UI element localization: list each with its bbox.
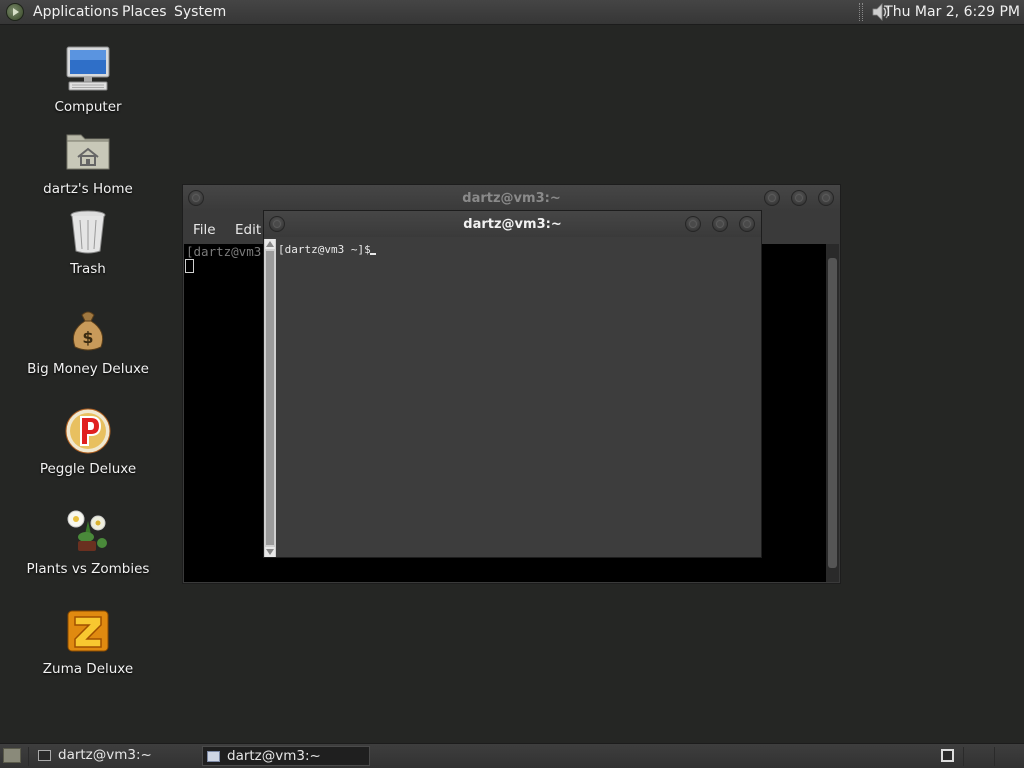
terminal-area[interactable]: [dartz@vm3 ~]$ (276, 239, 761, 557)
window-titlebar[interactable]: dartz@vm3:~ (264, 211, 761, 237)
scrollbar-thumb[interactable] (266, 251, 274, 545)
menu-edit[interactable]: Edit (235, 222, 261, 238)
desktop-icon-label: dartz's Home (43, 181, 133, 197)
minimize-button[interactable] (685, 216, 701, 232)
plants-vs-zombies-icon (67, 510, 107, 551)
money-bag-icon: $ (72, 311, 104, 351)
terminal-prompt: [dartz@vm3 ~]$ (278, 243, 378, 256)
window-title: dartz@vm3:~ (462, 191, 561, 206)
terminal-prompt: [dartz@vm3 (186, 244, 262, 259)
scrollbar-thumb[interactable] (828, 258, 837, 568)
desktop-icon-label: Trash (70, 261, 106, 277)
terminal-cursor (370, 253, 376, 255)
workspace-switcher[interactable] (941, 749, 954, 762)
scrollbar[interactable] (264, 239, 276, 557)
show-desktop-icon[interactable] (3, 748, 21, 763)
terminal-icon (207, 751, 220, 762)
desktop-icon-peggle[interactable]: Peggle Deluxe (18, 407, 158, 477)
taskbar-item[interactable]: dartz@vm3:~ (34, 746, 198, 766)
trash-icon (70, 210, 106, 254)
desktop-icon-label: Peggle Deluxe (39, 461, 137, 477)
system-menu[interactable]: System (174, 4, 226, 20)
desktop-icon-label: Computer (54, 99, 122, 115)
scrollbar[interactable] (826, 244, 839, 582)
terminal-cursor (185, 259, 194, 273)
panel-separator (963, 747, 964, 766)
zuma-icon (67, 610, 109, 652)
window-titlebar[interactable]: dartz@vm3:~ (183, 185, 840, 211)
desktop-icon-label: Zuma Deluxe (42, 661, 134, 677)
desktop-icon-label: Big Money Deluxe (27, 361, 149, 377)
computer-icon (66, 46, 110, 91)
maximize-button[interactable] (712, 216, 728, 232)
scroll-up-arrow-icon[interactable] (265, 239, 275, 249)
close-button[interactable] (818, 190, 834, 206)
applications-menu[interactable]: Applications (33, 4, 119, 20)
desktop-icon-zuma[interactable]: Zuma Deluxe (18, 607, 158, 677)
scroll-down-arrow-icon[interactable] (265, 547, 275, 557)
panel-separator (28, 747, 29, 766)
desktop-icon-trash[interactable]: Trash (18, 207, 158, 277)
desktop-icon-home[interactable]: dartz's Home (18, 127, 158, 197)
panel-separator (994, 747, 995, 766)
places-menu[interactable]: Places (122, 4, 167, 20)
desktop-icon-computer[interactable]: Computer (18, 45, 158, 115)
desktop-icon-big-money[interactable]: $ Big Money Deluxe (18, 307, 158, 377)
minimize-button[interactable] (764, 190, 780, 206)
terminal-icon (38, 750, 51, 761)
close-button[interactable] (739, 216, 755, 232)
taskbar-item-active[interactable]: dartz@vm3:~ (202, 746, 370, 766)
desktop-icon-plants-vs-zombies[interactable]: Plants vs Zombies (18, 507, 158, 577)
main-menu-logo-icon[interactable] (6, 3, 24, 21)
svg-text:$: $ (82, 328, 93, 347)
maximize-button[interactable] (791, 190, 807, 206)
top-panel: Applications Places System Thu Mar 2, 6:… (0, 0, 1024, 25)
terminal-window-front[interactable]: dartz@vm3:~ [dartz@vm3 ~]$ (263, 210, 762, 558)
taskbar-item-label: dartz@vm3:~ (227, 748, 321, 764)
bottom-panel: dartz@vm3:~ dartz@vm3:~ (0, 743, 1024, 768)
clock[interactable]: Thu Mar 2, 6:29 PM (884, 4, 1020, 20)
home-folder-icon (66, 134, 110, 170)
peggle-icon (65, 408, 111, 454)
taskbar-item-label: dartz@vm3:~ (58, 747, 152, 763)
menu-file[interactable]: File (193, 222, 216, 238)
desktop-icon-label: Plants vs Zombies (26, 561, 150, 577)
